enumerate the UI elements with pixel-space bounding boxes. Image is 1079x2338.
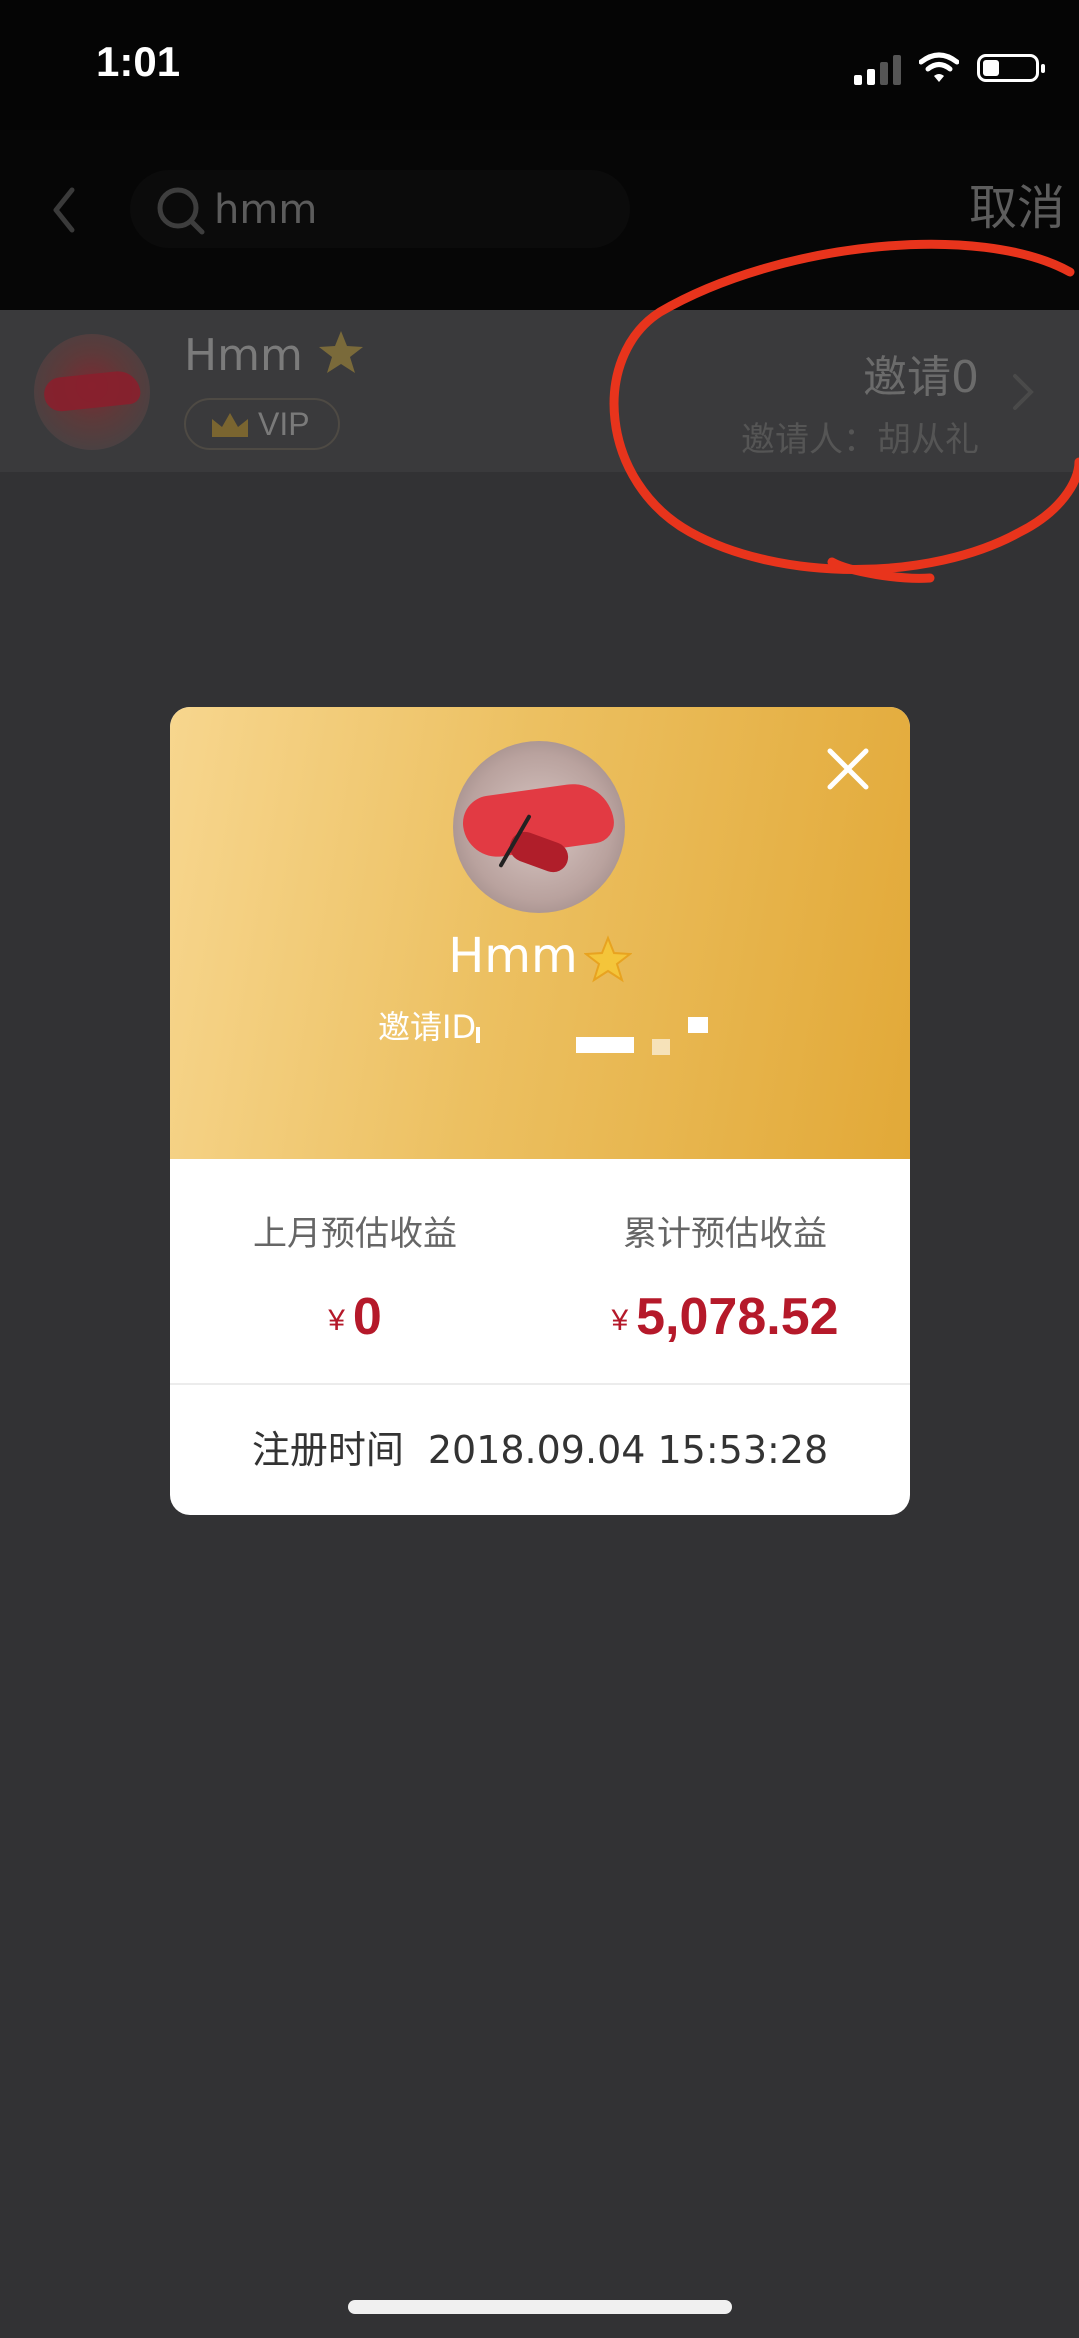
modal-header: Hmm 邀请ID bbox=[170, 707, 910, 1159]
status-time: 1:01 bbox=[96, 38, 181, 85]
wifi-icon bbox=[919, 52, 959, 82]
modal-name-text: Hmm bbox=[448, 928, 578, 984]
vip-label: VIP bbox=[258, 405, 310, 442]
last-month-label: 上月预估收益 bbox=[253, 1214, 457, 1254]
last-month-earnings: 上月预估收益 ¥0 bbox=[170, 1159, 540, 1389]
annotation-circle bbox=[609, 239, 1079, 583]
avatar[interactable] bbox=[34, 334, 150, 450]
status-icons bbox=[854, 48, 1045, 88]
redaction-mark bbox=[652, 1039, 670, 1055]
battery-icon bbox=[977, 54, 1045, 82]
close-icon[interactable] bbox=[822, 743, 874, 795]
register-label: 注册时间 bbox=[251, 1428, 404, 1472]
invite-id-label: 邀请ID bbox=[378, 1008, 477, 1046]
result-name-text: Hmm bbox=[184, 330, 303, 381]
redaction-mark bbox=[576, 1037, 634, 1053]
search-query-text[interactable]: hmm bbox=[214, 180, 317, 240]
status-bar: 1:01 bbox=[0, 0, 1079, 130]
result-name: Hmm bbox=[184, 328, 365, 384]
total-label: 累计预估收益 bbox=[623, 1214, 827, 1254]
search-icon bbox=[157, 187, 205, 235]
crown-icon bbox=[212, 413, 248, 437]
modal-avatar bbox=[453, 741, 625, 913]
last-month-value: ¥0 bbox=[170, 1285, 540, 1353]
modal-name: Hmm bbox=[170, 921, 910, 991]
home-indicator[interactable] bbox=[348, 2300, 732, 2314]
registration-row: 注册时间 2018.09.04 15:53:28 bbox=[170, 1385, 910, 1515]
vip-badge: VIP bbox=[184, 398, 340, 450]
register-time: 2018.09.04 15:53:28 bbox=[427, 1428, 829, 1472]
star-icon bbox=[583, 935, 632, 983]
total-amount: 5,078.52 bbox=[636, 1288, 839, 1346]
currency-symbol: ¥ bbox=[611, 1304, 629, 1337]
last-month-amount: 0 bbox=[352, 1288, 382, 1346]
user-info-modal: Hmm 邀请ID 上月预估收益 ¥0 累计预估收益 ¥5,078.52 注册时间… bbox=[170, 707, 910, 1515]
total-earnings: 累计预估收益 ¥5,078.52 bbox=[540, 1159, 910, 1389]
cancel-button[interactable]: 取消 bbox=[969, 178, 1065, 238]
back-arrow-icon[interactable] bbox=[44, 180, 84, 240]
star-icon bbox=[318, 331, 363, 373]
redaction-mark bbox=[476, 1027, 480, 1043]
total-value: ¥5,078.52 bbox=[540, 1285, 910, 1353]
invite-id-row: 邀请ID bbox=[378, 1007, 476, 1047]
currency-symbol: ¥ bbox=[328, 1304, 345, 1337]
signal-icon bbox=[854, 51, 901, 85]
redaction-mark bbox=[688, 1017, 708, 1033]
